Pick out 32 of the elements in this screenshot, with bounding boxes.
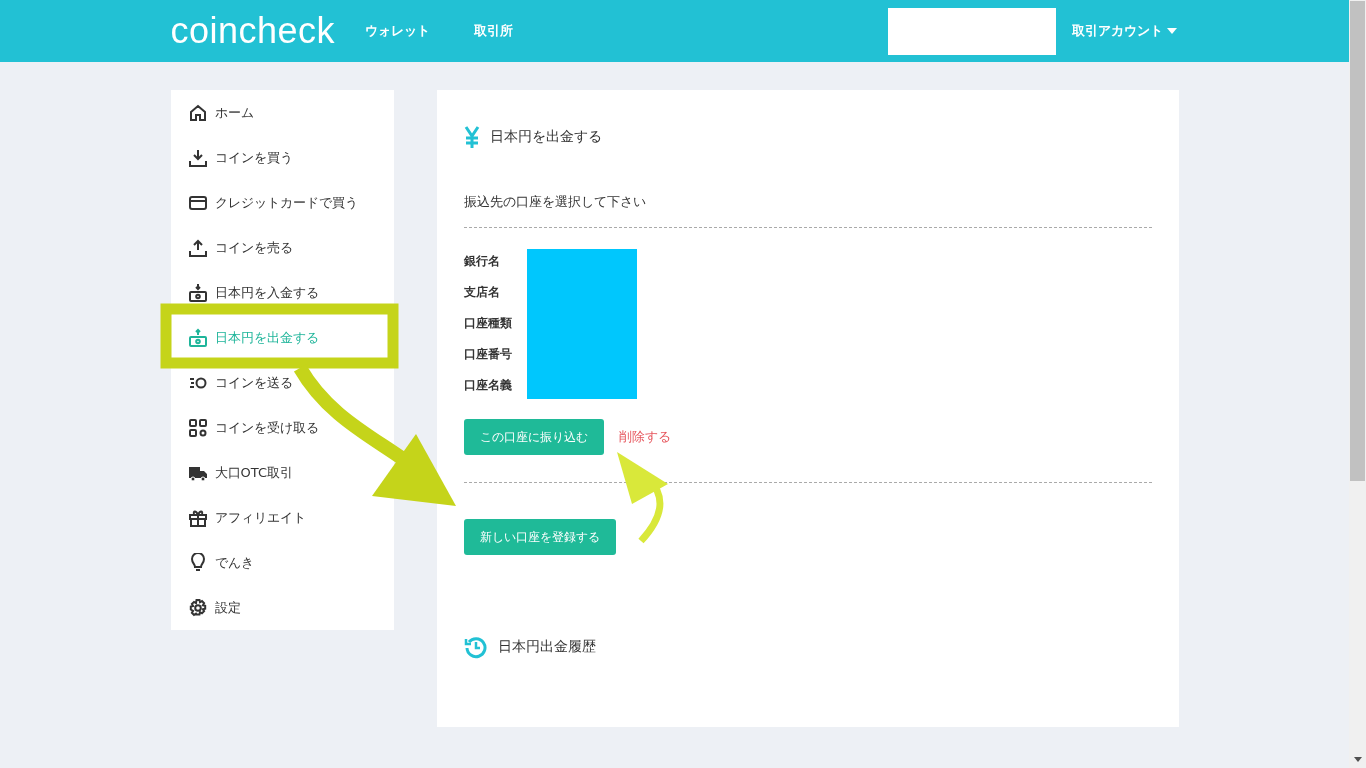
scroll-down-icon[interactable] [1353, 757, 1362, 762]
field-label: 支店名 [463, 284, 501, 301]
sidebar-item[interactable]: コインを受け取る [170, 405, 323, 450]
settings-icon [187, 597, 208, 618]
history-title: 日本円出金履歴 [497, 638, 596, 656]
field-label: 口座番号 [463, 346, 513, 363]
cash-icon [187, 282, 208, 303]
sidebar-item[interactable]: でんき [170, 540, 258, 585]
home-icon [187, 102, 208, 123]
sidebar-item[interactable]: アフィリエイト [170, 495, 310, 540]
section-title: 日本円を出金する [489, 128, 602, 146]
delete-link[interactable]: 削除する [618, 428, 671, 446]
sidebar-item[interactable]: クレジットカードで買う [170, 180, 362, 225]
upload-icon [187, 237, 208, 258]
sidebar-item[interactable]: 日本円を入金する [170, 270, 323, 315]
sidebar-item[interactable]: ホーム [170, 90, 258, 135]
history-icon [463, 635, 488, 659]
sidebar-item[interactable]: 設定 [170, 585, 245, 630]
field-label: 銀行名 [463, 253, 501, 270]
cash-icon [187, 327, 208, 348]
field-label: 口座種類 [463, 315, 513, 332]
qr-icon [187, 417, 208, 438]
instruction-text: 振込先の口座を選択して下さい [463, 193, 647, 211]
download-icon [187, 147, 208, 168]
field-label: 口座名義 [463, 377, 513, 394]
scrollbar[interactable] [1349, 0, 1366, 768]
sidebar-item[interactable]: コインを送る [170, 360, 297, 405]
caret-icon [1166, 28, 1177, 34]
sidebar-item[interactable]: 大口OTC取引 [170, 450, 297, 495]
sidebar-item[interactable]: コインを売る [170, 225, 297, 270]
sidebar-item[interactable]: コインを買う [170, 135, 297, 180]
yen-icon [463, 126, 480, 148]
